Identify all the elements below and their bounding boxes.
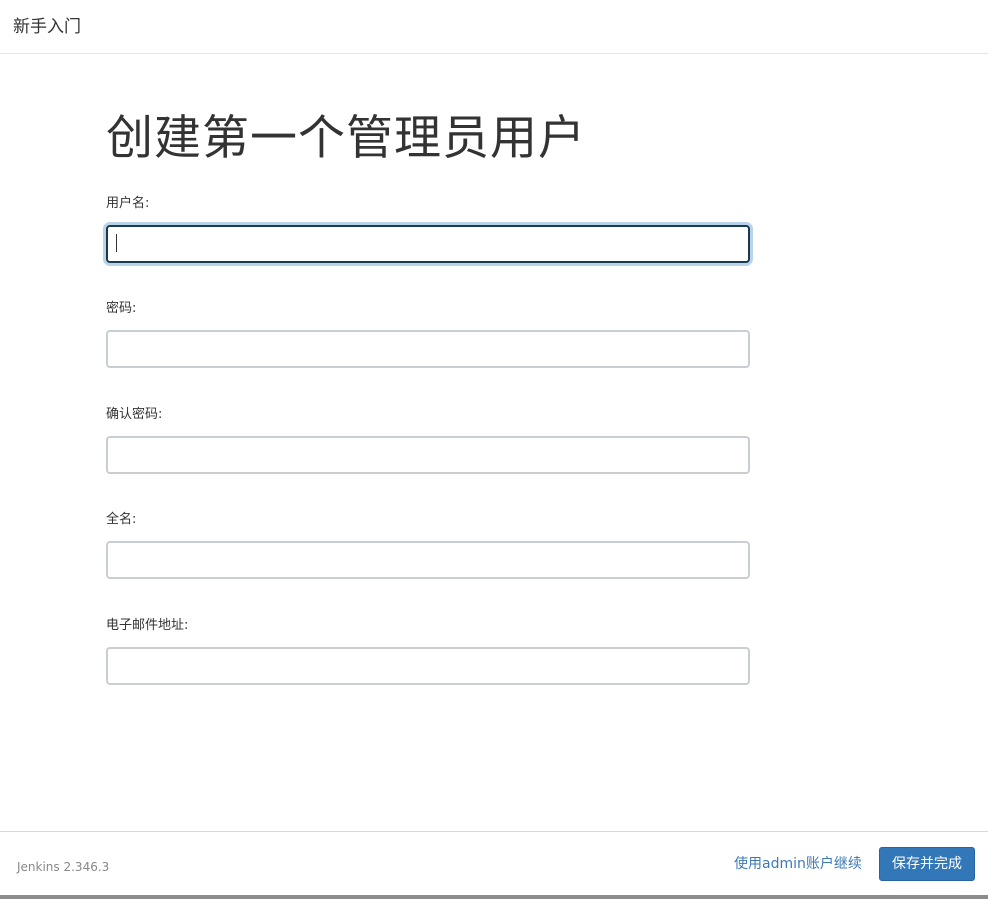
create-admin-form: 创建第一个管理员用户 用户名: 密码: 确认密码: 全名: 电子邮件地址: <box>106 108 766 685</box>
continue-as-admin-link[interactable]: 使用admin账户继续 <box>734 854 862 874</box>
confirm-password-label: 确认密码: <box>106 407 163 422</box>
username-input[interactable] <box>106 225 750 263</box>
username-label: 用户名: <box>106 196 150 211</box>
wizard-header: 新手入门 <box>0 0 988 54</box>
text-cursor <box>116 234 117 252</box>
password-input[interactable] <box>106 330 750 368</box>
setup-wizard-page: 新手入门 创建第一个管理员用户 用户名: 密码: 确认密码: 全名: 电子邮件地… <box>0 0 988 899</box>
email-label: 电子邮件地址: <box>106 618 189 633</box>
password-label: 密码: <box>106 301 137 316</box>
email-input[interactable] <box>106 647 750 685</box>
wizard-footer: Jenkins 2.346.3 使用admin账户继续 保存并完成 <box>0 831 988 897</box>
confirm-password-input[interactable] <box>106 436 750 474</box>
save-and-finish-button[interactable]: 保存并完成 <box>879 847 975 881</box>
version-label: Jenkins 2.346.3 <box>17 860 110 874</box>
fullname-label: 全名: <box>106 512 137 527</box>
window-bottom-edge <box>0 895 988 899</box>
fullname-input[interactable] <box>106 541 750 579</box>
page-title: 创建第一个管理员用户 <box>106 111 586 166</box>
header-title: 新手入门 <box>13 17 81 37</box>
